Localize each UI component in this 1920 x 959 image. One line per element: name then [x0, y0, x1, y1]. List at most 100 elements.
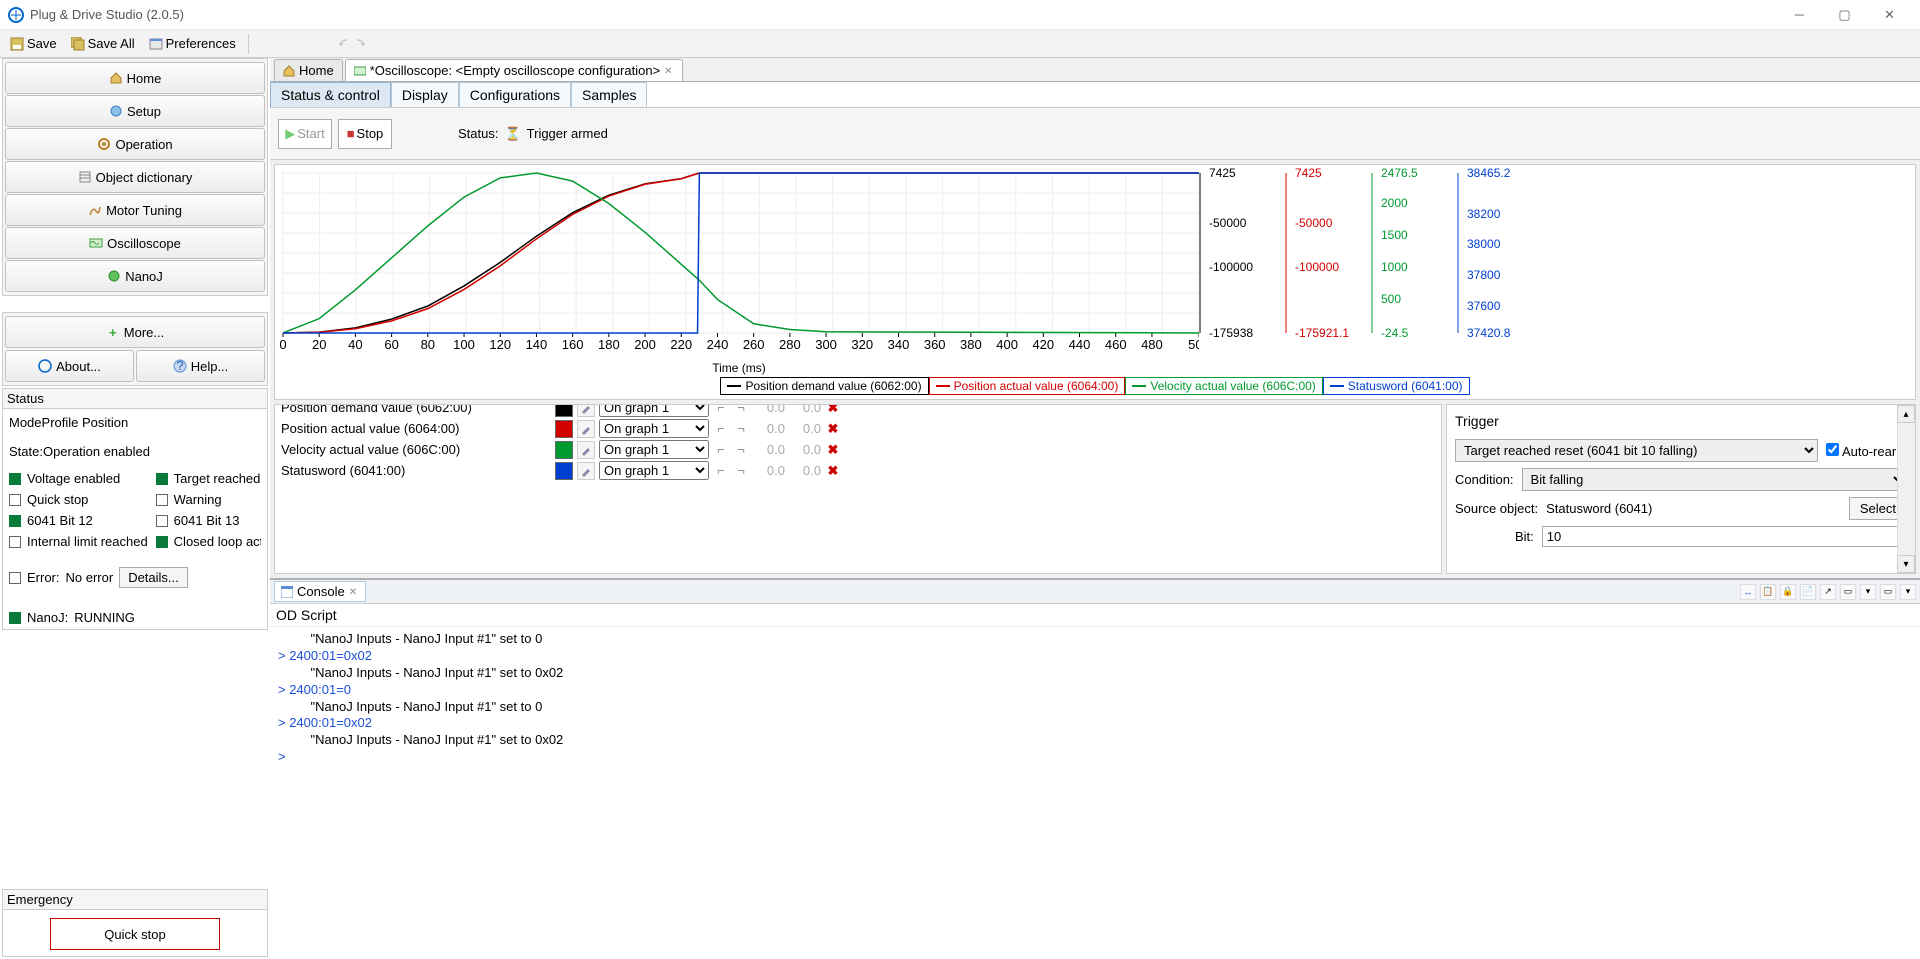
console-tool-2-icon[interactable]: 📋: [1760, 584, 1776, 600]
chart-legend: Position demand value (6062:00)Position …: [635, 377, 1555, 395]
bit-input[interactable]: [1542, 526, 1907, 547]
console-tool-4-icon[interactable]: 📄: [1800, 584, 1816, 600]
channel-bracket-right-icon[interactable]: ¬: [733, 442, 749, 457]
console-tool-7-icon[interactable]: ▾: [1860, 584, 1876, 600]
channel-edit-button[interactable]: [577, 441, 595, 459]
nav-nanoj[interactable]: NanoJ: [5, 260, 265, 292]
channel-value-1: 0.0: [753, 463, 785, 478]
undo-icon[interactable]: [337, 37, 351, 51]
legend-item[interactable]: Position demand value (6062:00): [720, 377, 928, 395]
channel-bracket-right-icon[interactable]: ¬: [733, 404, 749, 415]
flag-label: 6041 Bit 12: [27, 513, 93, 528]
status-flags: Voltage enabledTarget reachedQuick stopW…: [9, 471, 261, 549]
console-tool-8-icon[interactable]: ▭: [1880, 584, 1896, 600]
editor-tab-bar: Home *Oscilloscope: <Empty oscilloscope …: [270, 58, 1920, 82]
nav-oscilloscope[interactable]: Oscilloscope: [5, 227, 265, 259]
sub-tab-configurations[interactable]: Configurations: [459, 82, 571, 107]
nav-setup[interactable]: Setup: [5, 95, 265, 127]
error-details-button[interactable]: Details...: [119, 567, 188, 588]
redo-icon[interactable]: [353, 37, 367, 51]
channel-value-2: 0.0: [789, 463, 821, 478]
editor-tab-home[interactable]: Home: [274, 59, 343, 81]
nav-help[interactable]: ?Help...: [136, 350, 265, 382]
svg-text:480: 480: [1141, 337, 1163, 352]
channel-color-swatch[interactable]: [555, 441, 573, 459]
nav-operation[interactable]: Operation: [5, 128, 265, 160]
scroll-up-icon[interactable]: ▴: [1897, 405, 1915, 423]
preferences-label: Preferences: [166, 36, 236, 51]
channel-graph-select[interactable]: On graph 1: [599, 419, 709, 438]
quick-stop-button[interactable]: Quick stop: [50, 918, 220, 950]
console-tool-1-icon[interactable]: ↔: [1740, 584, 1756, 600]
nav-more[interactable]: +More...: [5, 316, 265, 348]
channel-color-swatch[interactable]: [555, 462, 573, 480]
svg-text:240: 240: [707, 337, 729, 352]
sub-tab-status-control[interactable]: Status & control: [270, 82, 391, 107]
console-tool-3-icon[interactable]: 🔒: [1780, 584, 1796, 600]
console-tool-5-icon[interactable]: ↗: [1820, 584, 1836, 600]
svg-text:100: 100: [453, 337, 475, 352]
console-tab[interactable]: Console ✕: [274, 581, 366, 602]
channel-delete-button[interactable]: ✖: [825, 421, 841, 437]
channel-edit-button[interactable]: [577, 404, 595, 417]
legend-item[interactable]: Statusword (6041:00): [1323, 377, 1470, 395]
editor-tab-oscilloscope[interactable]: *Oscilloscope: <Empty oscilloscope confi…: [345, 59, 683, 81]
svg-text:80: 80: [421, 337, 435, 352]
nav-about[interactable]: About...: [5, 350, 134, 382]
channel-graph-select[interactable]: On graph 1: [599, 461, 709, 480]
save-icon: [10, 37, 24, 51]
channel-row: Position demand value (6062:00) On graph…: [277, 404, 1439, 418]
close-tab-icon[interactable]: ✕: [664, 66, 674, 76]
channel-bracket-left-icon[interactable]: ⌐: [713, 404, 729, 415]
maximize-button[interactable]: ▢: [1822, 0, 1867, 30]
channel-bracket-right-icon[interactable]: ¬: [733, 463, 749, 478]
save-all-button[interactable]: Save All: [65, 34, 141, 53]
app-logo-icon: [8, 7, 24, 23]
sub-tab-samples[interactable]: Samples: [571, 82, 647, 107]
channel-color-swatch[interactable]: [555, 420, 573, 438]
nav-object-dictionary[interactable]: Object dictionary: [5, 161, 265, 193]
channel-bracket-left-icon[interactable]: ⌐: [713, 463, 729, 478]
flag-box: [9, 515, 21, 527]
channel-edit-button[interactable]: [577, 462, 595, 480]
console-tool-9-icon[interactable]: ▾: [1900, 584, 1916, 600]
legend-item[interactable]: Velocity actual value (606C:00): [1125, 377, 1322, 395]
channel-bracket-left-icon[interactable]: ⌐: [713, 421, 729, 436]
nav-motor-tuning[interactable]: Motor Tuning: [5, 194, 265, 226]
channel-delete-button[interactable]: ✖: [825, 404, 841, 416]
close-button[interactable]: ✕: [1867, 0, 1912, 30]
preferences-button[interactable]: Preferences: [143, 34, 242, 53]
trigger-scrollbar[interactable]: ▴ ▾: [1897, 405, 1915, 573]
auto-rearm-checkbox[interactable]: [1826, 443, 1839, 456]
channel-value-1: 0.0: [753, 442, 785, 457]
channel-row: Statusword (6041:00) On graph 1 ⌐ ¬ 0.0 …: [277, 460, 1439, 481]
channel-delete-button[interactable]: ✖: [825, 442, 841, 458]
channel-graph-select[interactable]: On graph 1: [599, 404, 709, 417]
stop-button[interactable]: ■Stop: [338, 119, 392, 149]
save-button[interactable]: Save: [4, 34, 63, 53]
channel-value-1: 0.0: [753, 404, 785, 415]
channel-bracket-left-icon[interactable]: ⌐: [713, 442, 729, 457]
trigger-preset-select[interactable]: Target reached reset (6041 bit 10 fallin…: [1455, 439, 1818, 462]
auto-rearm-label[interactable]: Auto-rearm: [1826, 443, 1907, 459]
legend-item[interactable]: Position actual value (6064:00): [929, 377, 1126, 395]
plot-area[interactable]: 0204060801001201401601802002202402602803…: [279, 169, 1199, 359]
sub-tab-display[interactable]: Display: [391, 82, 459, 107]
channel-bracket-right-icon[interactable]: ¬: [733, 421, 749, 436]
scroll-down-icon[interactable]: ▾: [1897, 555, 1915, 573]
console-body[interactable]: "NanoJ Inputs - NanoJ Input #1" set to 0…: [270, 627, 1920, 959]
minimize-button[interactable]: ─: [1777, 0, 1822, 30]
nav-home[interactable]: Home: [5, 62, 265, 94]
y-axis: 38465.23820038000378003760037420.8: [1457, 169, 1543, 359]
console-panel: Console ✕ ↔ 📋 🔒 📄 ↗ ▭ ▾ ▭ ▾ OD Script "N…: [270, 578, 1920, 959]
emergency-header: Emergency: [3, 890, 267, 910]
channel-edit-button[interactable]: [577, 420, 595, 438]
trigger-condition-select[interactable]: Bit falling: [1522, 468, 1907, 491]
start-button[interactable]: ▶Start: [278, 119, 332, 149]
status-error-row: Error: No error Details...: [9, 567, 261, 588]
channel-delete-button[interactable]: ✖: [825, 463, 841, 479]
console-tool-6-icon[interactable]: ▭: [1840, 584, 1856, 600]
console-close-icon[interactable]: ✕: [349, 587, 359, 597]
channel-color-swatch[interactable]: [555, 404, 573, 417]
channel-graph-select[interactable]: On graph 1: [599, 440, 709, 459]
